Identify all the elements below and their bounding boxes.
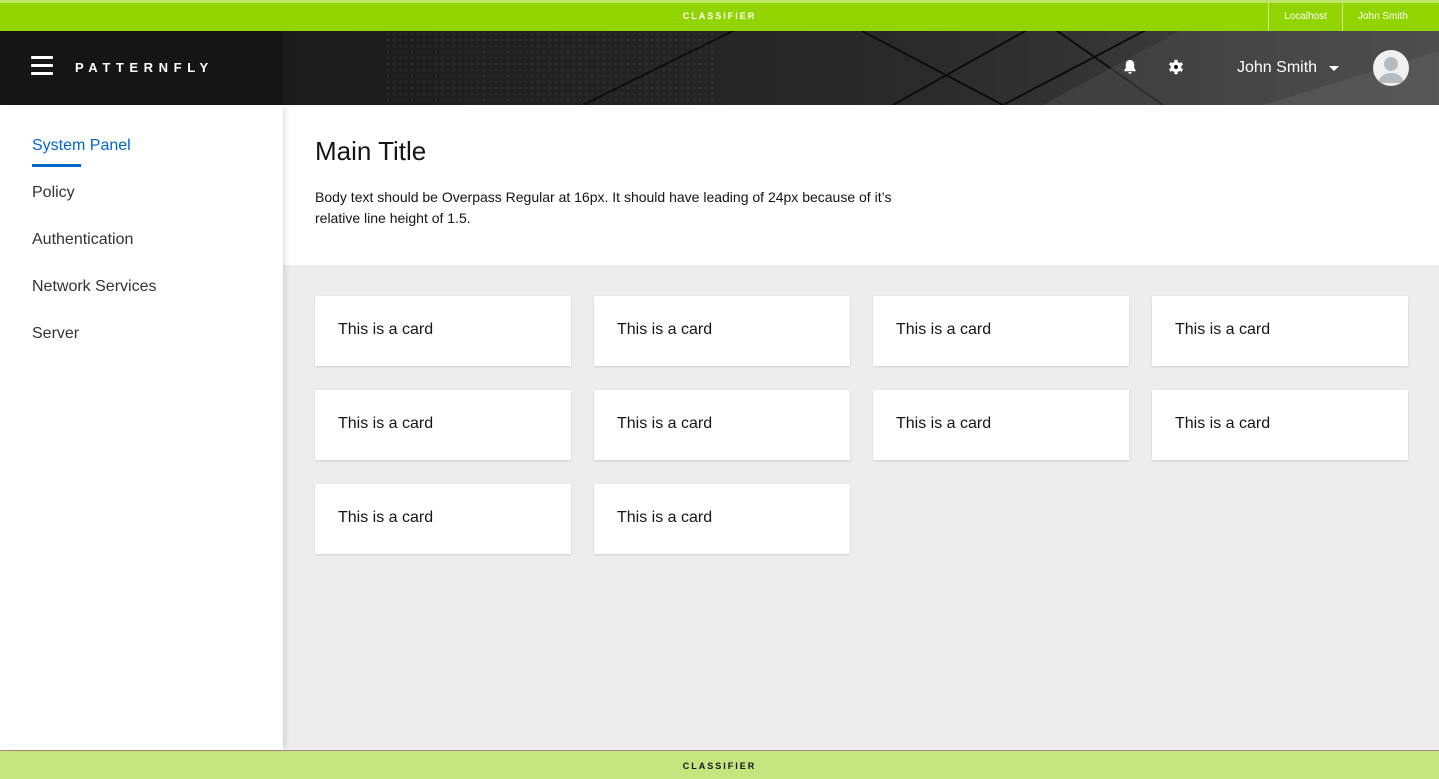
user-name: John Smith: [1237, 59, 1318, 76]
hamburger-icon[interactable]: [31, 56, 53, 76]
sidebar-item-system-panel[interactable]: System Panel: [32, 137, 131, 155]
user-menu-toggle[interactable]: John Smith: [1237, 57, 1340, 79]
card: This is a card: [1152, 296, 1408, 366]
classification-label-top: CLASSIFIER: [682, 11, 757, 21]
page-header-section: Main Title Body text should be Overpass …: [283, 105, 1439, 265]
card: This is a card: [873, 296, 1129, 366]
card: This is a card: [594, 484, 850, 554]
brand-logo[interactable]: PATTERNFLY: [75, 60, 214, 75]
card: This is a card: [315, 296, 571, 366]
classification-meta: Localhost John Smith: [1268, 3, 1439, 31]
sidebar-item-policy[interactable]: Policy: [32, 184, 75, 202]
classification-banner-bottom: CLASSIFIER: [0, 750, 1439, 779]
sidebar-item-authentication[interactable]: Authentication: [32, 231, 133, 249]
classification-banner-top: CLASSIFIER Localhost John Smith: [0, 0, 1439, 31]
host-label: Localhost: [1268, 3, 1342, 31]
user-avatar-icon[interactable]: [1373, 50, 1409, 86]
active-nav-indicator: [32, 164, 81, 167]
sidebar-nav: System Panel Policy Authentication Netwo…: [0, 105, 283, 750]
page-body-text: Body text should be Overpass Regular at …: [315, 189, 892, 226]
card: This is a card: [315, 484, 571, 554]
classification-label-bottom: CLASSIFIER: [682, 761, 757, 771]
card: This is a card: [1152, 390, 1408, 460]
bell-icon[interactable]: [1121, 58, 1139, 76]
card: This is a card: [873, 390, 1129, 460]
banner-user-label: John Smith: [1341, 3, 1439, 31]
gear-icon[interactable]: [1167, 58, 1185, 76]
sidebar-item-server[interactable]: Server: [32, 325, 79, 343]
caret-down-icon: [1329, 65, 1340, 71]
card: This is a card: [594, 296, 850, 366]
card: This is a card: [594, 390, 850, 460]
sidebar-item-network-services[interactable]: Network Services: [32, 278, 156, 296]
page-title: Main Title: [315, 136, 427, 166]
masthead: PATTERNFLY John Smith: [0, 31, 1439, 105]
card-gallery: This is a card This is a card This is a …: [283, 265, 1439, 750]
card: This is a card: [315, 390, 571, 460]
